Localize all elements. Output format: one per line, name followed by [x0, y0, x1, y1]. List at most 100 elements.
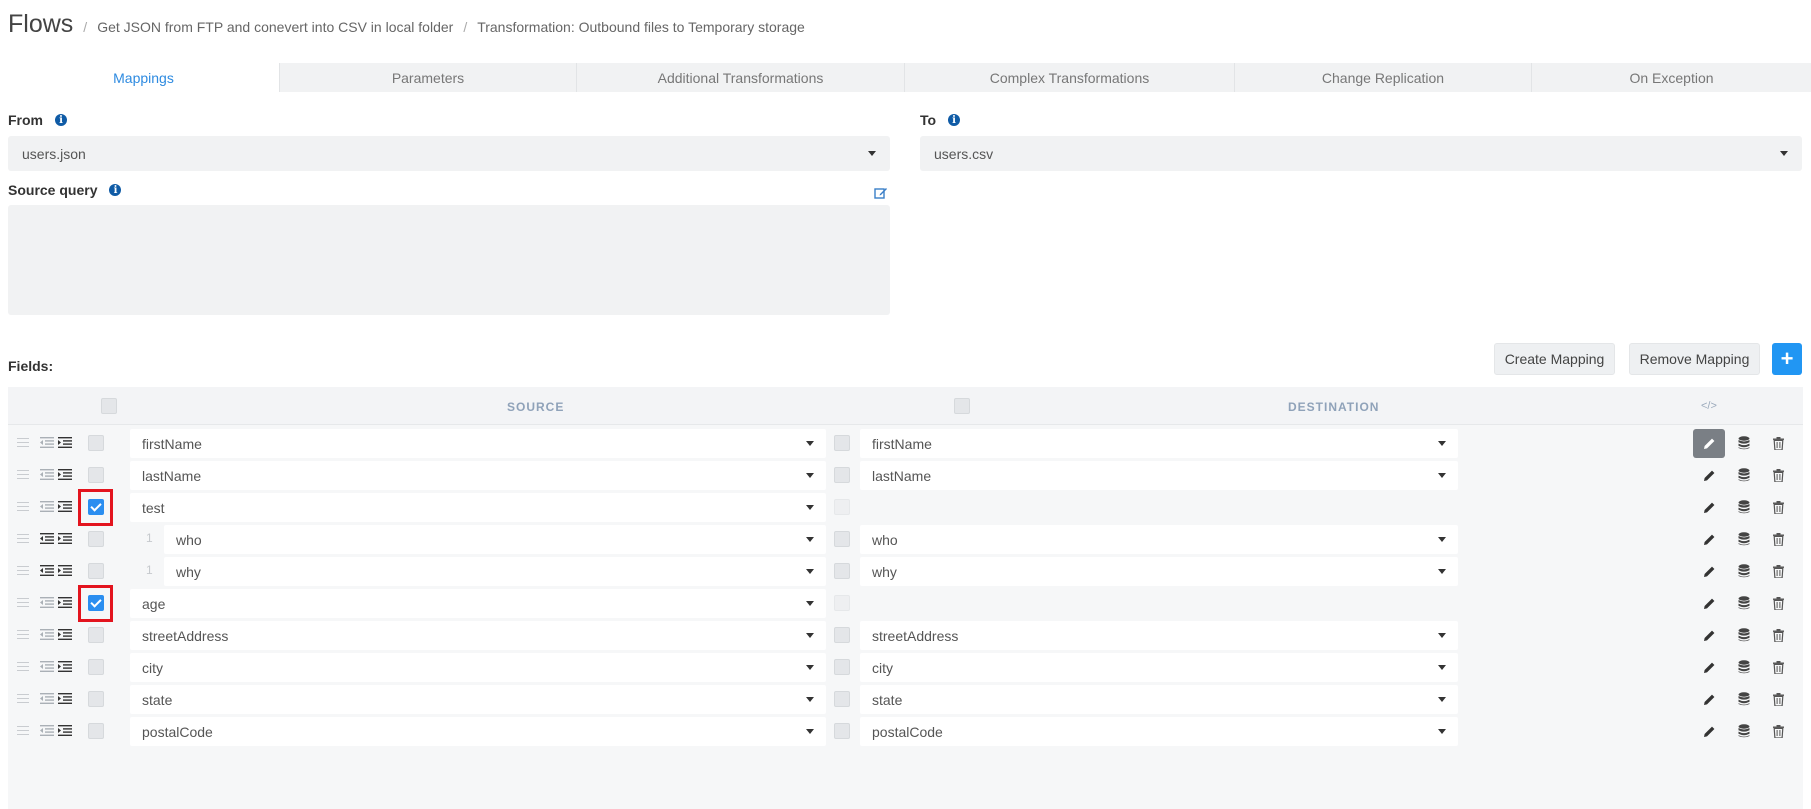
- tab-additional-transformations[interactable]: Additional Transformations: [576, 63, 904, 92]
- source-field-select[interactable]: why: [164, 557, 826, 586]
- tab-on-exception[interactable]: On Exception: [1531, 63, 1811, 92]
- outdent-icon[interactable]: [40, 693, 54, 704]
- indent-icon[interactable]: [58, 693, 72, 704]
- drag-handle-icon[interactable]: [17, 694, 29, 703]
- edit-pencil-icon[interactable]: [1701, 563, 1717, 579]
- destination-checkbox[interactable]: [834, 531, 850, 547]
- trash-icon[interactable]: [1770, 499, 1786, 515]
- outdent-icon[interactable]: [40, 501, 54, 512]
- database-icon[interactable]: [1736, 595, 1752, 611]
- source-checkbox[interactable]: [88, 563, 104, 579]
- select-all-destination-checkbox[interactable]: [954, 398, 970, 414]
- tab-complex-transformations[interactable]: Complex Transformations: [904, 63, 1234, 92]
- trash-icon[interactable]: [1770, 595, 1786, 611]
- trash-icon[interactable]: [1770, 723, 1786, 739]
- destination-field-select[interactable]: city: [860, 653, 1458, 682]
- destination-checkbox[interactable]: [834, 659, 850, 675]
- source-field-select[interactable]: postalCode: [130, 717, 826, 746]
- outdent-icon[interactable]: [40, 437, 54, 448]
- edit-pencil-icon[interactable]: [1701, 723, 1717, 739]
- source-checkbox[interactable]: [88, 627, 104, 643]
- drag-handle-icon[interactable]: [17, 726, 29, 735]
- indent-icon[interactable]: [58, 437, 72, 448]
- drag-handle-icon[interactable]: [17, 534, 29, 543]
- outdent-icon[interactable]: [40, 629, 54, 640]
- select-all-source-checkbox[interactable]: [101, 398, 117, 414]
- drag-handle-icon[interactable]: [17, 566, 29, 575]
- database-icon[interactable]: [1736, 691, 1752, 707]
- source-field-select[interactable]: state: [130, 685, 826, 714]
- source-query-input[interactable]: [8, 205, 890, 315]
- source-checkbox[interactable]: [88, 659, 104, 675]
- destination-checkbox[interactable]: [834, 595, 850, 611]
- indent-icon[interactable]: [58, 661, 72, 672]
- indent-icon[interactable]: [58, 629, 72, 640]
- breadcrumb-item-flow[interactable]: Get JSON from FTP and conevert into CSV …: [97, 19, 453, 35]
- destination-checkbox[interactable]: [834, 723, 850, 739]
- edit-pencil-icon[interactable]: [1701, 627, 1717, 643]
- destination-field-select[interactable]: postalCode: [860, 717, 1458, 746]
- source-field-select[interactable]: streetAddress: [130, 621, 826, 650]
- edit-pencil-icon[interactable]: [1701, 467, 1717, 483]
- edit-pencil-icon[interactable]: [1701, 499, 1717, 515]
- breadcrumb-item-transformation[interactable]: Transformation: Outbound files to Tempor…: [477, 19, 805, 35]
- destination-checkbox[interactable]: [834, 563, 850, 579]
- destination-field-select[interactable]: state: [860, 685, 1458, 714]
- to-select[interactable]: users.csv: [920, 136, 1802, 171]
- destination-checkbox[interactable]: [834, 499, 850, 515]
- drag-handle-icon[interactable]: [17, 470, 29, 479]
- add-field-button[interactable]: +: [1772, 343, 1802, 375]
- source-checkbox[interactable]: [88, 723, 104, 739]
- drag-handle-icon[interactable]: [17, 502, 29, 511]
- drag-handle-icon[interactable]: [17, 662, 29, 671]
- destination-field-select[interactable]: who: [860, 525, 1458, 554]
- source-field-select[interactable]: age: [130, 589, 826, 618]
- source-field-select[interactable]: who: [164, 525, 826, 554]
- database-icon[interactable]: [1736, 499, 1752, 515]
- indent-icon[interactable]: [58, 597, 72, 608]
- destination-field-select[interactable]: firstName: [860, 429, 1458, 458]
- source-checkbox[interactable]: [88, 691, 104, 707]
- destination-field-select[interactable]: lastName: [860, 461, 1458, 490]
- outdent-icon[interactable]: [40, 533, 54, 544]
- trash-icon[interactable]: [1770, 435, 1786, 451]
- destination-checkbox[interactable]: [834, 435, 850, 451]
- source-field-select[interactable]: firstName: [130, 429, 826, 458]
- trash-icon[interactable]: [1770, 563, 1786, 579]
- database-icon[interactable]: [1736, 531, 1752, 547]
- drag-handle-icon[interactable]: [17, 438, 29, 447]
- destination-checkbox[interactable]: [834, 691, 850, 707]
- outdent-icon[interactable]: [40, 565, 54, 576]
- source-field-select[interactable]: city: [130, 653, 826, 682]
- outdent-icon[interactable]: [40, 597, 54, 608]
- database-icon[interactable]: [1736, 435, 1752, 451]
- source-field-select[interactable]: test: [130, 493, 826, 522]
- source-checkbox[interactable]: [88, 531, 104, 547]
- tab-change-replication[interactable]: Change Replication: [1234, 63, 1531, 92]
- code-icon[interactable]: </>: [1701, 400, 1717, 412]
- database-icon[interactable]: [1736, 723, 1752, 739]
- edit-pencil-icon[interactable]: [1701, 595, 1717, 611]
- database-icon[interactable]: [1736, 563, 1752, 579]
- destination-checkbox[interactable]: [834, 627, 850, 643]
- drag-handle-icon[interactable]: [17, 598, 29, 607]
- source-checkbox[interactable]: [88, 595, 104, 611]
- indent-icon[interactable]: [58, 533, 72, 544]
- trash-icon[interactable]: [1770, 531, 1786, 547]
- edit-icon[interactable]: [874, 186, 888, 200]
- indent-icon[interactable]: [58, 469, 72, 480]
- edit-pencil-icon[interactable]: [1701, 659, 1717, 675]
- indent-icon[interactable]: [58, 501, 72, 512]
- destination-field-select[interactable]: why: [860, 557, 1458, 586]
- breadcrumb-root[interactable]: Flows: [8, 10, 73, 39]
- indent-icon[interactable]: [58, 725, 72, 736]
- destination-field-select[interactable]: streetAddress: [860, 621, 1458, 650]
- trash-icon[interactable]: [1770, 691, 1786, 707]
- outdent-icon[interactable]: [40, 661, 54, 672]
- edit-pencil-icon[interactable]: [1693, 429, 1725, 458]
- indent-icon[interactable]: [58, 565, 72, 576]
- database-icon[interactable]: [1736, 627, 1752, 643]
- trash-icon[interactable]: [1770, 659, 1786, 675]
- tab-mappings[interactable]: Mappings: [8, 63, 279, 92]
- trash-icon[interactable]: [1770, 627, 1786, 643]
